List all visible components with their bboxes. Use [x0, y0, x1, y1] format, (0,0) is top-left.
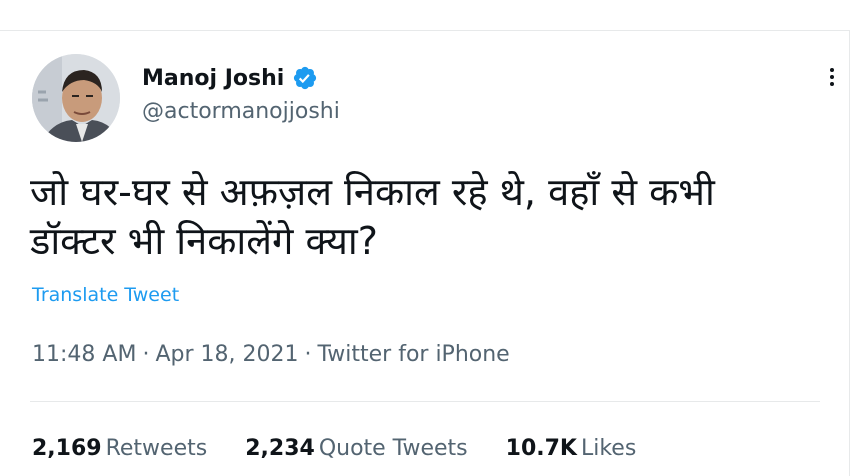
tweet-source[interactable]: Twitter for iPhone	[317, 342, 509, 367]
translate-tweet-link[interactable]: Translate Tweet	[32, 284, 179, 306]
avatar[interactable]	[32, 54, 120, 142]
likes-count: 10.7K	[505, 436, 577, 461]
more-dot	[830, 75, 834, 79]
tweet-date[interactable]: Apr 18, 2021	[155, 342, 298, 367]
author-name[interactable]: Manoj Joshi	[142, 66, 284, 91]
quote-tweets-stat[interactable]: 2,234 Quote Tweets	[245, 436, 467, 461]
retweets-count: 2,169	[32, 436, 102, 461]
meta-separator: ·	[142, 342, 150, 367]
tweet-text-line-2: डॉक्टर भी निकालेंगे क्या?	[30, 219, 378, 263]
tweet-time[interactable]: 11:48 AM	[32, 342, 136, 367]
retweets-label: Retweets	[105, 436, 208, 461]
verified-badge-icon	[292, 65, 318, 91]
tweet-metadata: 11:48 AM · Apr 18, 2021 · Twitter for iPhone	[32, 342, 510, 367]
author-block: Manoj Joshi @actormanojjoshi	[142, 63, 340, 125]
tweet-text-line-1: जो घर-घर से अफ़ज़ल निकाल रहे थे, वहाँ से…	[30, 170, 715, 214]
author-handle[interactable]: @actormanojjoshi	[142, 99, 340, 124]
name-row: Manoj Joshi	[142, 63, 340, 93]
avatar-image	[32, 54, 120, 142]
more-dot	[830, 82, 834, 86]
quote-tweets-label: Quote Tweets	[318, 436, 468, 461]
tweet-text: जो घर-घर से अफ़ज़ल निकाल रहे थे, वहाँ से…	[30, 168, 830, 266]
quote-tweets-count: 2,234	[245, 436, 315, 461]
meta-separator: ·	[304, 342, 312, 367]
more-dot	[830, 68, 834, 72]
more-options-icon[interactable]	[828, 68, 836, 90]
retweets-stat[interactable]: 2,169 Retweets	[32, 436, 207, 461]
engagement-stats: 2,169 Retweets 2,234 Quote Tweets 10.7K Lik…	[32, 436, 636, 461]
likes-label: Likes	[580, 436, 637, 461]
divider	[30, 401, 820, 402]
likes-stat[interactable]: 10.7K Likes	[506, 436, 637, 461]
